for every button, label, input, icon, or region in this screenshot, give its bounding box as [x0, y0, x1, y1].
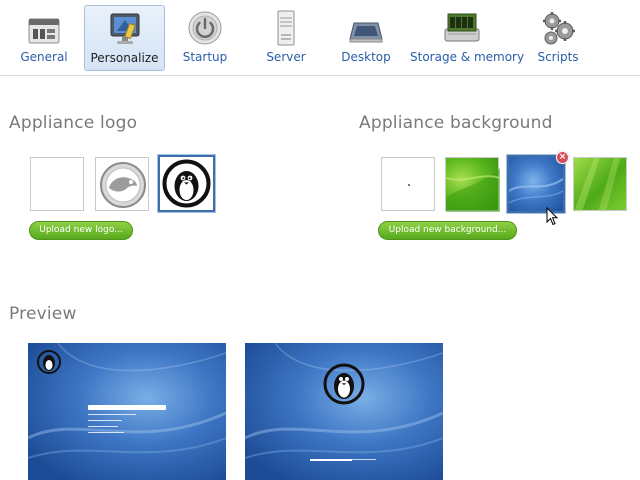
tab-startup[interactable]: Startup	[174, 5, 236, 71]
preview-status-line	[88, 426, 118, 427]
power-icon	[185, 9, 225, 47]
tab-desktop[interactable]: Desktop	[335, 5, 397, 71]
tab-storage-memory-label: Storage & memory	[410, 50, 525, 64]
desktop-icon	[346, 9, 386, 47]
preview-status-line	[88, 432, 124, 433]
tab-server[interactable]: Server	[255, 5, 317, 71]
background-thumb-blue[interactable]	[507, 155, 565, 213]
tux-penguin-icon	[162, 159, 211, 208]
mouse-cursor-icon	[546, 207, 559, 226]
tab-general[interactable]: General	[13, 5, 75, 71]
tab-desktop-label: Desktop	[341, 50, 391, 64]
tab-personalize[interactable]: Personalize	[84, 5, 165, 71]
tab-scripts[interactable]: Scripts	[527, 5, 589, 71]
toolbar: General Personalize Startup Server Deskt…	[0, 0, 640, 76]
preview-status-line	[88, 420, 122, 421]
preview-boot-screen	[245, 343, 443, 480]
logo-thumb-none[interactable]	[30, 157, 84, 211]
tab-general-label: General	[20, 50, 68, 64]
control-panel-icon	[24, 9, 64, 47]
upload-background-button[interactable]: Upload new background...	[378, 221, 517, 240]
tab-server-label: Server	[266, 50, 306, 64]
preview-tux-logo-icon	[323, 363, 365, 405]
logo-thumb-opensuse[interactable]	[95, 157, 149, 211]
preview-status-line	[88, 414, 136, 415]
background-thumb-green-2[interactable]	[573, 157, 627, 212]
tab-personalize-label: Personalize	[90, 51, 159, 65]
preview-boot-progress-fill	[310, 459, 352, 461]
logo-thumb-tux[interactable]	[158, 155, 215, 212]
server-tower-icon	[266, 9, 306, 47]
preview-progress-bar	[88, 405, 166, 410]
delete-background-badge[interactable]: ×	[556, 151, 569, 164]
upload-logo-button[interactable]: Upload new logo...	[29, 221, 133, 240]
logo-section-title: Appliance logo	[9, 113, 138, 133]
tab-storage-memory[interactable]: Storage & memory	[410, 5, 525, 71]
gears-icon	[538, 9, 578, 47]
tab-startup-label: Startup	[182, 50, 228, 64]
background-thumb-blank[interactable]	[381, 157, 435, 211]
opensuse-logo-icon	[100, 162, 146, 208]
background-section-title: Appliance background	[359, 113, 553, 133]
tab-scripts-label: Scripts	[537, 50, 579, 64]
preview-login-screen	[28, 343, 226, 480]
preview-section-title: Preview	[9, 304, 77, 324]
personalize-monitor-icon	[105, 10, 145, 48]
preview-tux-logo-icon	[37, 350, 61, 374]
background-thumb-green-1[interactable]	[445, 157, 500, 212]
memory-chip-icon	[442, 9, 482, 47]
